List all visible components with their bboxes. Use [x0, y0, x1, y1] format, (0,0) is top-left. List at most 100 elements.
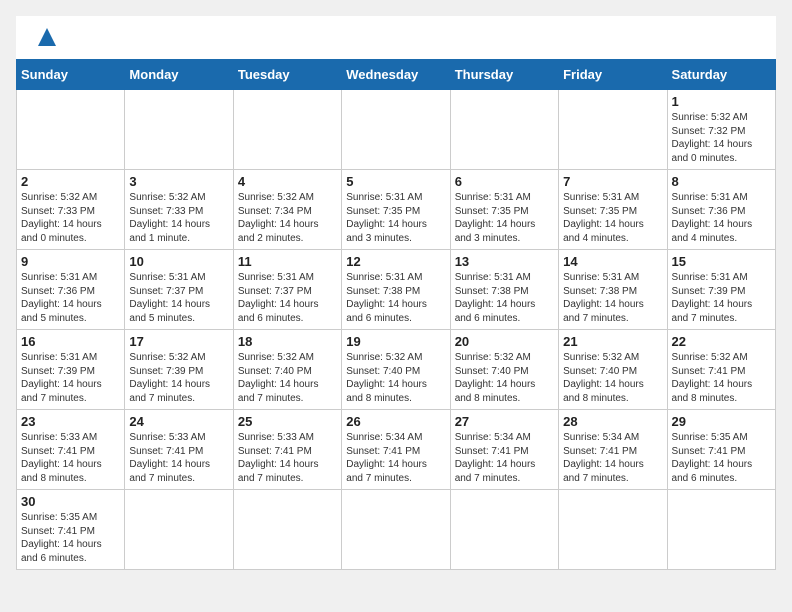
calendar-cell: 23Sunrise: 5:33 AM Sunset: 7:41 PM Dayli… [17, 410, 125, 490]
weekday-header-friday: Friday [559, 60, 667, 90]
calendar-week-row: 16Sunrise: 5:31 AM Sunset: 7:39 PM Dayli… [17, 330, 776, 410]
weekday-header-monday: Monday [125, 60, 233, 90]
logo [32, 26, 58, 53]
day-number: 27 [455, 414, 554, 429]
calendar-cell: 1 Sunrise: 5:32 AM Sunset: 7:32 PM Daylig… [667, 90, 775, 170]
calendar-cell [450, 90, 558, 170]
day-info: Sunrise: 5:32 AM Sunset: 7:40 PM Dayligh… [455, 351, 554, 405]
day-info: Sunrise: 5:31 AM Sunset: 7:38 PM Dayligh… [346, 271, 445, 325]
day-number: 25 [238, 414, 337, 429]
day-number: 21 [563, 334, 662, 349]
day-number: 3 [129, 174, 228, 189]
day-info: Sunrise: 5:32 AM Sunset: 7:39 PM Dayligh… [129, 351, 228, 405]
calendar-week-row: 1 Sunrise: 5:32 AM Sunset: 7:32 PM Daylig… [17, 90, 776, 170]
day-info: Sunrise: 5:34 AM Sunset: 7:41 PM Dayligh… [563, 431, 662, 485]
day-number: 10 [129, 254, 228, 269]
day-number: 6 [455, 174, 554, 189]
day-number: 14 [563, 254, 662, 269]
logo-icon [36, 26, 58, 53]
day-info: Sunrise: 5:32 AM Sunset: 7:33 PM Dayligh… [129, 191, 228, 245]
day-info: Sunrise: 5:31 AM Sunset: 7:35 PM Dayligh… [455, 191, 554, 245]
day-info: Sunrise: 5:32 AM Sunset: 7:33 PM Dayligh… [21, 191, 120, 245]
calendar-cell: 6 Sunrise: 5:31 AM Sunset: 7:35 PM Daylig… [450, 170, 558, 250]
day-info: Sunrise: 5:31 AM Sunset: 7:38 PM Dayligh… [563, 271, 662, 325]
day-number: 15 [672, 254, 771, 269]
day-info: Sunrise: 5:32 AM Sunset: 7:41 PM Dayligh… [672, 351, 771, 405]
calendar-cell [667, 490, 775, 570]
day-info: Sunrise: 5:31 AM Sunset: 7:39 PM Dayligh… [672, 271, 771, 325]
calendar-cell [17, 90, 125, 170]
calendar-cell: 25 Sunrise: 5:33 AM Sunset: 7:41 PM Dayli… [233, 410, 341, 490]
day-info: Sunrise: 5:32 AM Sunset: 7:40 PM Dayligh… [238, 351, 337, 405]
calendar-cell: 15 Sunrise: 5:31 AM Sunset: 7:39 PM Dayli… [667, 250, 775, 330]
calendar-cell: 18 Sunrise: 5:32 AM Sunset: 7:40 PM Dayli… [233, 330, 341, 410]
calendar-week-row: 23Sunrise: 5:33 AM Sunset: 7:41 PM Dayli… [17, 410, 776, 490]
day-info: Sunrise: 5:32 AM Sunset: 7:40 PM Dayligh… [563, 351, 662, 405]
calendar-cell: 14 Sunrise: 5:31 AM Sunset: 7:38 PM Dayli… [559, 250, 667, 330]
calendar-cell: 29 Sunrise: 5:35 AM Sunset: 7:41 PM Dayli… [667, 410, 775, 490]
day-number: 9 [21, 254, 120, 269]
day-number: 30 [21, 494, 120, 509]
day-info: Sunrise: 5:33 AM Sunset: 7:41 PM Dayligh… [238, 431, 337, 485]
day-number: 4 [238, 174, 337, 189]
weekday-header-thursday: Thursday [450, 60, 558, 90]
day-number: 24 [129, 414, 228, 429]
day-info: Sunrise: 5:33 AM Sunset: 7:41 PM Dayligh… [129, 431, 228, 485]
calendar-cell: 27Sunrise: 5:34 AM Sunset: 7:41 PM Dayli… [450, 410, 558, 490]
day-number: 5 [346, 174, 445, 189]
calendar-cell: 28 Sunrise: 5:34 AM Sunset: 7:41 PM Dayli… [559, 410, 667, 490]
day-number: 7 [563, 174, 662, 189]
day-number: 1 [672, 94, 771, 109]
weekday-header-row: SundayMondayTuesdayWednesdayThursdayFrid… [17, 60, 776, 90]
calendar-cell: 3 Sunrise: 5:32 AM Sunset: 7:33 PM Daylig… [125, 170, 233, 250]
day-info: Sunrise: 5:31 AM Sunset: 7:37 PM Dayligh… [238, 271, 337, 325]
day-info: Sunrise: 5:31 AM Sunset: 7:36 PM Dayligh… [21, 271, 120, 325]
day-info: Sunrise: 5:32 AM Sunset: 7:34 PM Dayligh… [238, 191, 337, 245]
calendar-cell: 10Sunrise: 5:31 AM Sunset: 7:37 PM Dayli… [125, 250, 233, 330]
day-info: Sunrise: 5:32 AM Sunset: 7:40 PM Dayligh… [346, 351, 445, 405]
calendar-cell: 11 Sunrise: 5:31 AM Sunset: 7:37 PM Dayli… [233, 250, 341, 330]
day-info: Sunrise: 5:31 AM Sunset: 7:35 PM Dayligh… [563, 191, 662, 245]
weekday-header-saturday: Saturday [667, 60, 775, 90]
day-number: 26 [346, 414, 445, 429]
weekday-header-tuesday: Tuesday [233, 60, 341, 90]
calendar-cell [342, 90, 450, 170]
day-info: Sunrise: 5:31 AM Sunset: 7:36 PM Dayligh… [672, 191, 771, 245]
calendar-cell: 12Sunrise: 5:31 AM Sunset: 7:38 PM Dayli… [342, 250, 450, 330]
calendar-cell: 19 Sunrise: 5:32 AM Sunset: 7:40 PM Dayli… [342, 330, 450, 410]
day-number: 8 [672, 174, 771, 189]
calendar-week-row: 9 Sunrise: 5:31 AM Sunset: 7:36 PM Daylig… [17, 250, 776, 330]
day-number: 18 [238, 334, 337, 349]
calendar-cell: 5 Sunrise: 5:31 AM Sunset: 7:35 PM Daylig… [342, 170, 450, 250]
calendar-cell: 4 Sunrise: 5:32 AM Sunset: 7:34 PM Daylig… [233, 170, 341, 250]
calendar-cell [450, 490, 558, 570]
calendar-page: SundayMondayTuesdayWednesdayThursdayFrid… [16, 16, 776, 570]
calendar-cell [559, 90, 667, 170]
calendar-week-row: 2Sunrise: 5:32 AM Sunset: 7:33 PM Daylig… [17, 170, 776, 250]
day-number: 16 [21, 334, 120, 349]
calendar-cell [233, 90, 341, 170]
calendar-cell: 20Sunrise: 5:32 AM Sunset: 7:40 PM Dayli… [450, 330, 558, 410]
calendar-cell [125, 490, 233, 570]
calendar-cell: 22Sunrise: 5:32 AM Sunset: 7:41 PM Dayli… [667, 330, 775, 410]
day-info: Sunrise: 5:35 AM Sunset: 7:41 PM Dayligh… [21, 511, 120, 565]
weekday-header-sunday: Sunday [17, 60, 125, 90]
calendar-week-row: 30 Sunrise: 5:35 AM Sunset: 7:41 PM Dayli… [17, 490, 776, 570]
day-number: 19 [346, 334, 445, 349]
calendar-cell [342, 490, 450, 570]
day-number: 28 [563, 414, 662, 429]
day-number: 11 [238, 254, 337, 269]
day-number: 29 [672, 414, 771, 429]
page-header [16, 16, 776, 59]
calendar-cell: 17Sunrise: 5:32 AM Sunset: 7:39 PM Dayli… [125, 330, 233, 410]
calendar-cell [559, 490, 667, 570]
calendar-cell: 16Sunrise: 5:31 AM Sunset: 7:39 PM Dayli… [17, 330, 125, 410]
day-info: Sunrise: 5:35 AM Sunset: 7:41 PM Dayligh… [672, 431, 771, 485]
weekday-header-wednesday: Wednesday [342, 60, 450, 90]
calendar-cell [125, 90, 233, 170]
calendar-cell: 24 Sunrise: 5:33 AM Sunset: 7:41 PM Dayli… [125, 410, 233, 490]
calendar-cell: 9 Sunrise: 5:31 AM Sunset: 7:36 PM Daylig… [17, 250, 125, 330]
day-info: Sunrise: 5:32 AM Sunset: 7:32 PM Dayligh… [672, 111, 771, 165]
day-info: Sunrise: 5:31 AM Sunset: 7:35 PM Dayligh… [346, 191, 445, 245]
calendar-cell: 2Sunrise: 5:32 AM Sunset: 7:33 PM Daylig… [17, 170, 125, 250]
